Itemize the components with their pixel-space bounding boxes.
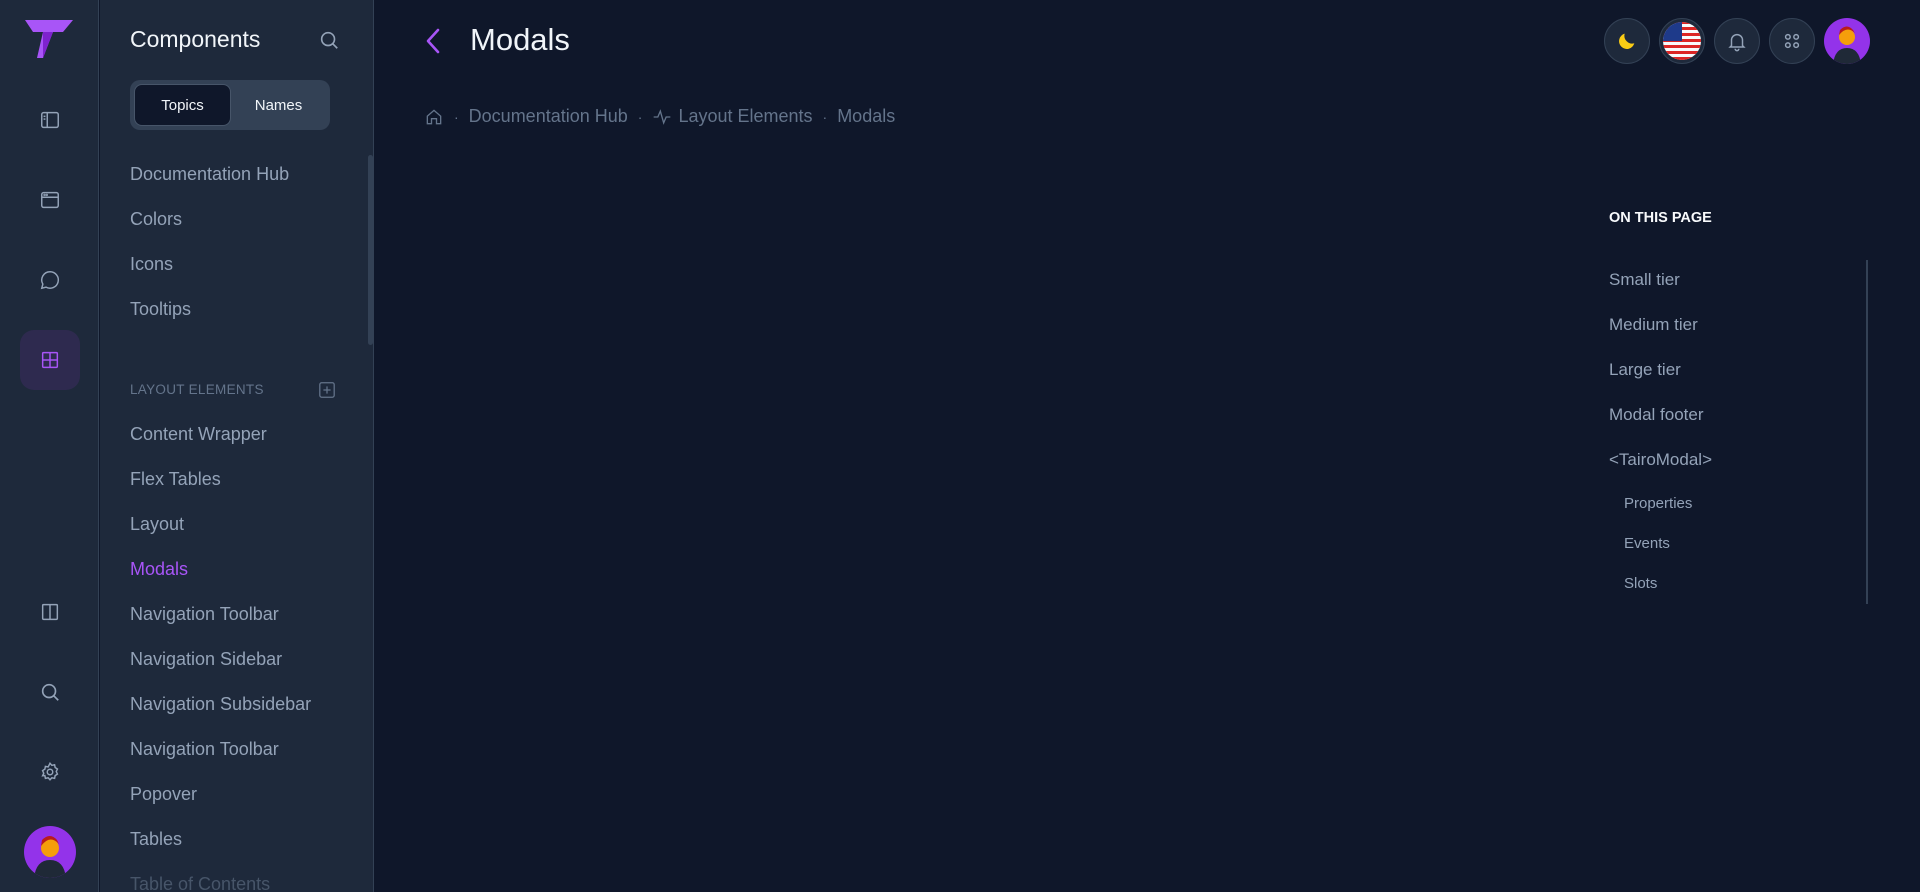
breadcrumb-layout-elements[interactable]: Layout Elements [652, 106, 813, 127]
sidebar-item-popover[interactable]: Popover [130, 784, 197, 805]
gear-icon [41, 762, 59, 781]
toc-item-modal-footer[interactable]: Modal footer [1609, 405, 1704, 425]
apps-icon [1784, 33, 1800, 49]
scrollbar[interactable] [368, 155, 373, 345]
sidebar-item-tooltips[interactable]: Tooltips [130, 299, 191, 320]
theme-toggle-button[interactable] [1604, 18, 1650, 64]
brand-logo[interactable] [23, 18, 75, 60]
apps-button[interactable] [1769, 18, 1815, 64]
columns-icon [41, 603, 59, 621]
tab-topics[interactable]: Topics [134, 84, 231, 126]
breadcrumb: · Documentation Hub · Layout Elements · … [424, 106, 895, 127]
toc-subitem-properties[interactable]: Properties [1624, 495, 1692, 512]
browser-icon-button[interactable] [20, 170, 80, 230]
subsidebar-title: Components [130, 26, 261, 52]
sidebar-item-flex-tables[interactable]: Flex Tables [130, 469, 221, 490]
sidebar-item-navigation-sidebar[interactable]: Navigation Sidebar [130, 649, 282, 670]
toc-item-medium-tier[interactable]: Medium tier [1609, 315, 1698, 335]
section-label: LAYOUT ELEMENTS [130, 382, 264, 397]
browser-icon [41, 191, 59, 209]
breadcrumb-separator: · [822, 108, 828, 125]
toc-item-small-tier[interactable]: Small tier [1609, 270, 1680, 290]
moon-icon [1619, 33, 1635, 49]
sidebar-item-navigation-toolbar-2[interactable]: Navigation Toolbar [130, 739, 279, 760]
sidebar-item-content-wrapper[interactable]: Content Wrapper [130, 424, 267, 445]
breadcrumb-modals[interactable]: Modals [837, 106, 895, 127]
bell-icon [1728, 33, 1746, 52]
search-icon-button[interactable] [20, 662, 80, 722]
subsidebar: Components Topics Names Documentation Hu… [100, 0, 374, 892]
search-icon [41, 683, 59, 701]
sidebar-item-navigation-toolbar[interactable]: Navigation Toolbar [130, 604, 279, 625]
grid-icon [41, 351, 59, 369]
tab-names[interactable]: Names [231, 84, 326, 126]
sidebar-item-table-of-contents[interactable]: Table of Contents [130, 874, 270, 892]
toc-subitem-events[interactable]: Events [1624, 535, 1670, 552]
search-icon[interactable] [318, 29, 340, 51]
breadcrumb-separator: · [637, 108, 643, 125]
user-avatar[interactable] [1824, 18, 1870, 64]
notifications-button[interactable] [1714, 18, 1760, 64]
grid-icon-button[interactable] [20, 330, 80, 390]
toc-track [1866, 260, 1868, 604]
avatar[interactable] [24, 826, 76, 878]
back-chevron-icon[interactable] [420, 26, 446, 56]
toc-subitem-slots[interactable]: Slots [1624, 575, 1657, 592]
activity-icon [654, 108, 671, 125]
topics-names-toggle: Topics Names [130, 80, 330, 130]
breadcrumb-separator: · [454, 108, 459, 125]
sidebar-item-icons[interactable]: Icons [130, 254, 173, 275]
chat-icon-button[interactable] [20, 250, 80, 310]
sidebar-item-layout[interactable]: Layout [130, 514, 184, 535]
columns-icon-button[interactable] [20, 582, 80, 642]
toc-item-tairo-modal[interactable]: <TairoModal> [1609, 450, 1712, 470]
home-icon[interactable] [424, 107, 444, 127]
toc-item-large-tier[interactable]: Large tier [1609, 360, 1681, 380]
sidebar-item-modals[interactable]: Modals [130, 559, 188, 580]
language-button[interactable] [1659, 18, 1705, 64]
add-icon[interactable] [318, 381, 336, 399]
us-flag-icon [1663, 22, 1701, 60]
sidebar-item-colors[interactable]: Colors [130, 209, 182, 230]
sidebar-item-navigation-subsidebar[interactable]: Navigation Subsidebar [130, 694, 311, 715]
sidebar-icon [41, 111, 59, 129]
page-title: Modals [470, 22, 570, 57]
chat-icon [40, 271, 60, 290]
sidebar-icon-button[interactable] [20, 90, 80, 150]
sidebar-item-tables[interactable]: Tables [130, 829, 182, 850]
settings-icon-button[interactable] [20, 742, 80, 802]
breadcrumb-documentation-hub[interactable]: Documentation Hub [469, 106, 628, 127]
toc-heading: ON THIS PAGE [1609, 210, 1712, 226]
breadcrumb-layout-elements-label: Layout Elements [678, 106, 813, 126]
icon-rail [0, 0, 99, 892]
sidebar-item-documentation-hub[interactable]: Documentation Hub [130, 164, 289, 185]
